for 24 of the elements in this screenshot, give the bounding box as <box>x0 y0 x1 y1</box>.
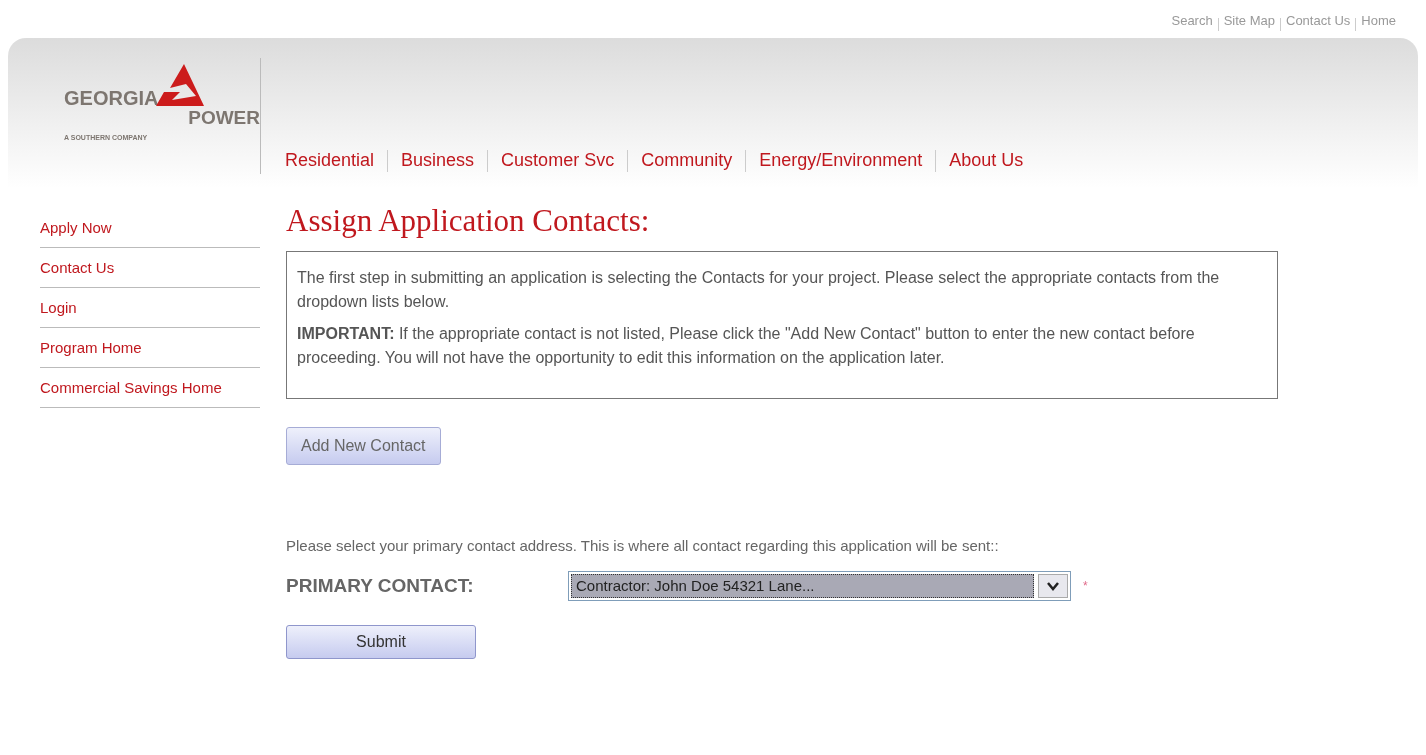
nav-link[interactable]: Residential <box>285 147 375 174</box>
required-mark: * <box>1083 578 1088 595</box>
contact-select[interactable]: Contractor: John Doe 54321 Lane... <box>568 571 1071 601</box>
sidebar-link[interactable]: Program Home <box>40 337 230 358</box>
logo-triangle-icon <box>156 64 205 108</box>
notice-text: The first step in submitting an application is selecting the Contacts for your project. Please select the appropriate contacts from the dropdown lists below. <box>297 267 1221 312</box>
nav-link[interactable]: Community <box>641 147 733 174</box>
sidebar-link[interactable]: Contact Us <box>40 257 230 278</box>
nav-link[interactable]: About Us <box>949 147 1024 174</box>
sidebar-link[interactable]: Login <box>40 297 230 318</box>
instruction-text: Please select your primary contact address. This is where all contact regarding this application will be sent:: <box>286 535 1000 556</box>
logo-text: GEORGIA <box>64 88 159 108</box>
dropdown-caret-icon[interactable] <box>1038 574 1068 598</box>
field-label: PRIMARY CONTACT: <box>286 573 475 598</box>
nav-link[interactable]: Energy/Environment <box>759 147 923 174</box>
sidebar-link[interactable]: Apply Now <box>40 217 230 238</box>
nav-link[interactable]: Business <box>401 147 475 174</box>
notice-text: IMPORTANT: If the appropriate contact is not listed, Please click the "Add New Contact" button to enter the new contact before proceeding. You will not have the opportunity to edit this information on the application later. <box>297 323 1196 368</box>
logo-text: POWER <box>187 108 260 127</box>
add-contact-button[interactable]: Add New Contact <box>286 426 441 465</box>
submit-button[interactable]: Submit <box>286 625 476 659</box>
sidebar-link[interactable]: Commercial Savings Home <box>40 377 230 398</box>
nav-link[interactable]: Customer Svc <box>501 147 615 174</box>
page-title: Assign Application Contacts: <box>286 202 651 240</box>
